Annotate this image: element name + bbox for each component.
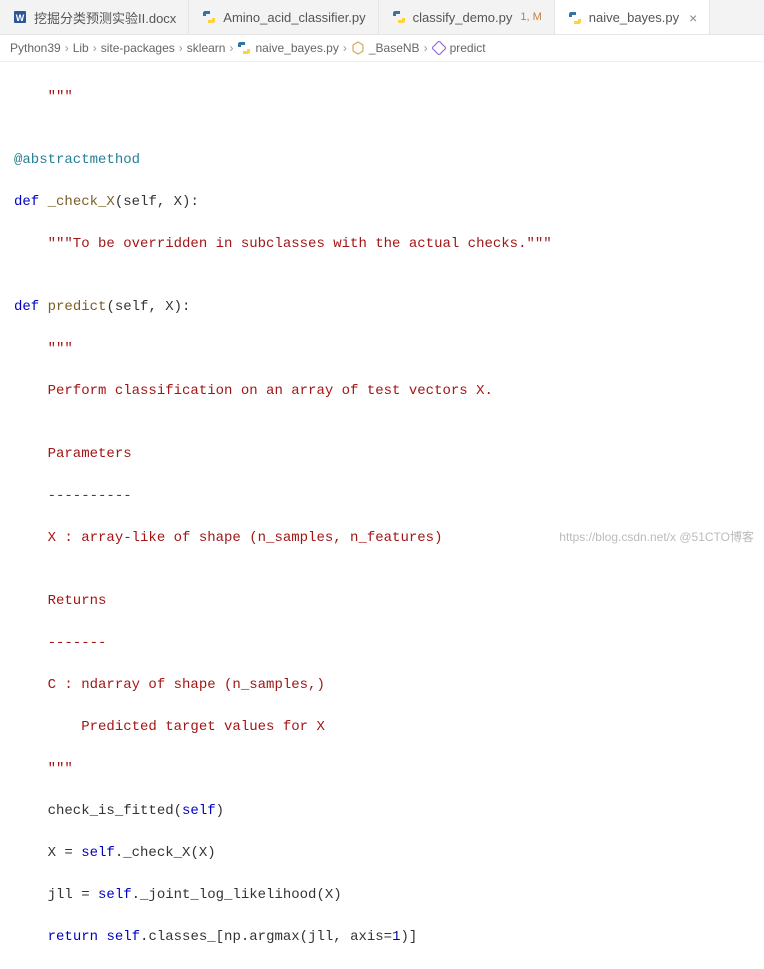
chevron-icon: › [424, 41, 428, 55]
code-line: """ [14, 759, 764, 780]
code-line: ---------- [14, 486, 764, 507]
code-line: Predicted target values for X [14, 717, 764, 738]
code-line: @abstractmethod [14, 150, 764, 171]
crumb[interactable]: predict [450, 41, 486, 55]
python-icon [201, 9, 217, 25]
chevron-icon: › [179, 41, 183, 55]
close-icon[interactable]: × [689, 10, 697, 26]
tab-badge: 1, M [520, 11, 541, 23]
chevron-icon: › [343, 41, 347, 55]
watermark: https://blog.csdn.net/x @51CTO博客 [559, 528, 754, 545]
python-icon [567, 10, 583, 26]
code-line: """To be overridden in subclasses with t… [14, 234, 764, 255]
svg-text:W: W [16, 13, 25, 23]
python-icon [237, 41, 251, 55]
tab-py-active[interactable]: naive_bayes.py × [555, 0, 711, 34]
crumb[interactable]: Python39 [10, 41, 61, 55]
code-line: """ [14, 87, 764, 108]
tab-py-1[interactable]: Amino_acid_classifier.py [189, 0, 378, 34]
crumb[interactable]: site-packages [101, 41, 175, 55]
python-icon [391, 9, 407, 25]
tab-label: classify_demo.py [413, 10, 513, 25]
code-line: def _check_X(self, X): [14, 192, 764, 213]
code-editor[interactable]: """ @abstractmethod def _check_X(self, X… [0, 62, 764, 969]
code-line: X = self._check_X(X) [14, 843, 764, 864]
chevron-icon: › [229, 41, 233, 55]
code-line: return self.classes_[np.argmax(jll, axis… [14, 927, 764, 948]
code-line: C : ndarray of shape (n_samples,) [14, 675, 764, 696]
crumb[interactable]: naive_bayes.py [255, 41, 338, 55]
crumb[interactable]: sklearn [187, 41, 226, 55]
chevron-icon: › [65, 41, 69, 55]
tab-label: Amino_acid_classifier.py [223, 10, 365, 25]
tab-py-2[interactable]: classify_demo.py 1, M [379, 0, 555, 34]
breadcrumb: Python39 › Lib › site-packages › sklearn… [0, 35, 764, 62]
code-line: Perform classification on an array of te… [14, 381, 764, 402]
tab-bar: W 挖掘分类预测实验II.docx Amino_acid_classifier.… [0, 0, 764, 35]
code-line: check_is_fitted(self) [14, 801, 764, 822]
word-icon: W [12, 9, 28, 25]
chevron-icon: › [93, 41, 97, 55]
tab-label: naive_bayes.py [589, 10, 679, 25]
code-line: jll = self._joint_log_likelihood(X) [14, 885, 764, 906]
code-line: """ [14, 339, 764, 360]
method-icon [432, 41, 446, 55]
code-line: def predict(self, X): [14, 297, 764, 318]
code-line: Returns [14, 591, 764, 612]
code-line: Parameters [14, 444, 764, 465]
tab-label: 挖掘分类预测实验II.docx [34, 8, 176, 27]
class-icon [351, 41, 365, 55]
crumb[interactable]: Lib [73, 41, 89, 55]
tab-doc[interactable]: W 挖掘分类预测实验II.docx [0, 0, 189, 34]
code-line: ------- [14, 633, 764, 654]
crumb[interactable]: _BaseNB [369, 41, 420, 55]
